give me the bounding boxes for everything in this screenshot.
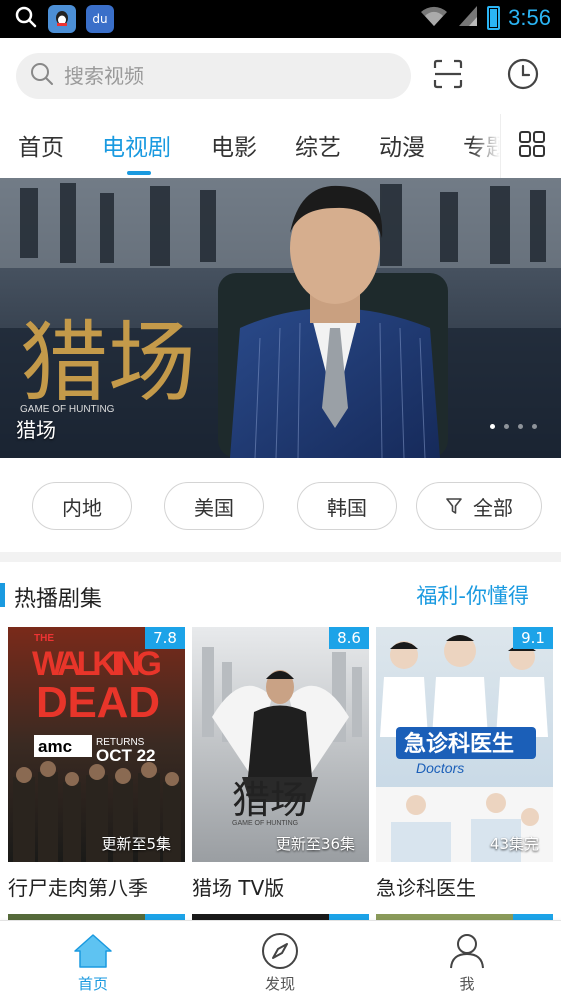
- home-icon: [73, 931, 113, 971]
- section-header: 热播剧集 福利-你懂得: [0, 572, 561, 618]
- banner-image: 猎场 GAME OF HUNTING: [0, 178, 561, 458]
- region-filters: 内地 美国 韩国 全部: [0, 458, 561, 552]
- baidu-icon: du: [86, 5, 114, 33]
- pagination-dot[interactable]: [490, 424, 495, 429]
- poster-text: DEAD: [36, 678, 160, 727]
- video-poster: 猎场 GAME OF HUNTING 8.6 更新至36集: [192, 627, 369, 862]
- active-tab-indicator: [127, 171, 151, 175]
- nav-me[interactable]: 我: [407, 921, 527, 1000]
- filter-mainland[interactable]: 内地: [32, 482, 132, 530]
- category-tabs: 首页 电视剧 电影 综艺 动漫 专题: [0, 114, 561, 178]
- battery-icon: [487, 6, 501, 30]
- filter-label: 全部: [473, 495, 513, 520]
- status-bar: du 3:56: [0, 0, 561, 38]
- scan-icon: [432, 58, 464, 94]
- qq-icon: [48, 5, 76, 33]
- wifi-icon: [419, 4, 449, 32]
- search-status-icon: [14, 5, 38, 33]
- bottom-navigation: 首页 发现 我: [0, 920, 561, 1000]
- pagination-dot[interactable]: [504, 424, 509, 429]
- section-more-link[interactable]: 福利-你懂得: [416, 580, 529, 610]
- tab-movies[interactable]: 电影: [211, 128, 257, 162]
- poster-text: GAME OF HUNTING: [232, 820, 298, 827]
- video-poster: 急诊科医生 Doctors 9.1 43集完: [376, 627, 553, 862]
- banner-poster-title: 猎场: [20, 311, 196, 414]
- history-button[interactable]: [503, 56, 543, 96]
- filter-label: 美国: [194, 495, 234, 520]
- section-divider: [0, 552, 561, 562]
- clock: 3:56: [508, 5, 551, 30]
- clock-icon: [506, 57, 540, 95]
- poster-text: THE: [34, 633, 54, 644]
- banner-title: 猎场: [16, 418, 56, 442]
- episode-progress: 更新至5集: [101, 835, 171, 853]
- video-card[interactable]: 急诊科医生 Doctors 9.1 43集完 急诊科医生: [376, 627, 553, 901]
- hero-banner[interactable]: 猎场 GAME OF HUNTING 猎场: [0, 178, 561, 458]
- nav-label: 首页: [77, 975, 108, 993]
- poster-text: 猎场: [232, 778, 308, 822]
- banner-pagination: [490, 424, 537, 429]
- signal-icon: [457, 4, 479, 32]
- filter-all[interactable]: 全部: [416, 482, 542, 530]
- rating-badge: 9.1: [513, 627, 553, 649]
- search-box[interactable]: [16, 53, 411, 99]
- pagination-dot[interactable]: [532, 424, 537, 429]
- search-icon: [30, 62, 54, 90]
- tab-home[interactable]: 首页: [18, 128, 64, 162]
- filter-usa[interactable]: 美国: [164, 482, 264, 530]
- video-card[interactable]: 猎场 GAME OF HUNTING 8.6 更新至36集 猎场 TV版: [192, 627, 369, 901]
- tab-tv-series[interactable]: 电视剧: [102, 128, 171, 162]
- poster-text: amc: [38, 737, 72, 756]
- rating-badge: 7.8: [145, 627, 185, 649]
- episode-progress: 43集完: [489, 835, 539, 853]
- status-bar-left: du: [14, 5, 114, 33]
- all-categories-button[interactable]: [500, 114, 561, 178]
- nav-label: 我: [459, 975, 475, 993]
- nav-discover[interactable]: 发现: [220, 921, 340, 1000]
- pagination-dot[interactable]: [518, 424, 523, 429]
- episode-progress: 更新至36集: [275, 835, 355, 853]
- video-title: 行尸走肉第八季: [8, 876, 148, 900]
- scan-button[interactable]: [428, 56, 468, 96]
- tab-variety[interactable]: 综艺: [295, 128, 341, 162]
- filter-icon: [445, 497, 463, 515]
- video-poster: THE WALKING DEAD amc RETURNS OCT 22 7.8 …: [8, 627, 185, 862]
- poster-text: 急诊科医生: [404, 731, 514, 757]
- filter-korea[interactable]: 韩国: [297, 482, 397, 530]
- section-accent-bar: [0, 583, 5, 607]
- poster-text: OCT 22: [96, 746, 156, 765]
- search-input[interactable]: [62, 63, 396, 89]
- video-title: 急诊科医生: [376, 876, 476, 900]
- tabs-fade: [470, 114, 500, 178]
- grid-icon: [518, 130, 546, 162]
- tab-anime[interactable]: 动漫: [379, 128, 425, 162]
- video-card[interactable]: THE WALKING DEAD amc RETURNS OCT 22 7.8 …: [8, 627, 185, 901]
- user-icon: [448, 931, 486, 971]
- video-title: 猎场 TV版: [192, 876, 285, 900]
- filter-label: 内地: [62, 495, 102, 520]
- section-title: 热播剧集: [14, 587, 103, 612]
- compass-icon: [261, 931, 299, 971]
- rating-badge: 8.6: [329, 627, 369, 649]
- nav-home[interactable]: 首页: [33, 921, 153, 1000]
- nav-label: 发现: [264, 975, 295, 993]
- status-bar-right: 3:56: [419, 4, 551, 32]
- filter-label: 韩国: [327, 495, 367, 520]
- search-row: [0, 38, 561, 114]
- poster-text: Doctors: [416, 760, 464, 776]
